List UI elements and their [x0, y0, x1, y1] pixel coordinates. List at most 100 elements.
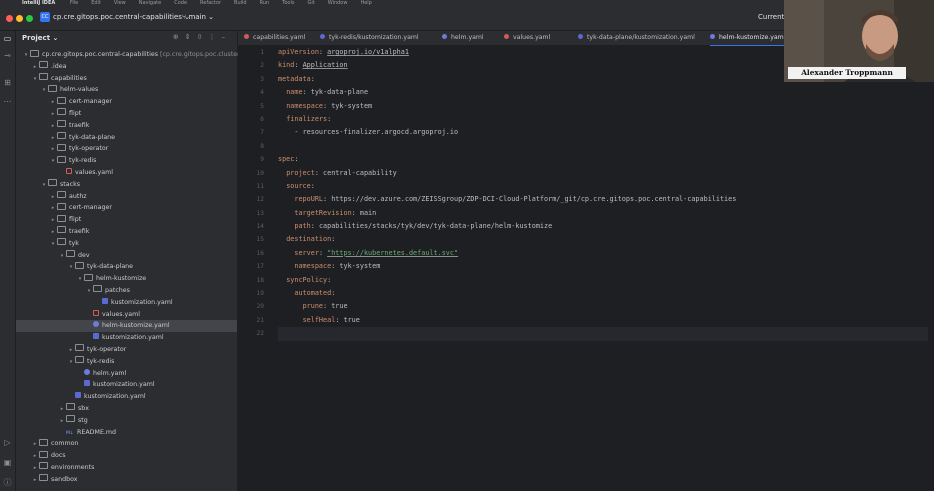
tree-file[interactable]: kustomization.yaml: [16, 332, 237, 344]
tree-file[interactable]: kustomization.yaml: [16, 297, 237, 309]
tree-folder[interactable]: ▸ tyk-operator: [16, 143, 237, 155]
project-panel-title[interactable]: Project ⌄: [22, 34, 58, 42]
tree-folder[interactable]: ▾ patches: [16, 285, 237, 297]
editor-tab[interactable]: tyk-data-plane/kustomization.yaml: [578, 31, 695, 45]
problems-icon[interactable]: ⓘ: [3, 478, 12, 487]
yaml-value: capabilities/stacks/tyk/dev/tyk-data-pla…: [318, 222, 553, 231]
code-line[interactable]: namespace: tyk-system: [278, 100, 928, 113]
yaml-value: true: [343, 315, 360, 324]
minimize-window-button[interactable]: [16, 15, 23, 22]
tree-file[interactable]: kustomization.yaml: [16, 391, 237, 403]
tree-folder[interactable]: ▸ cert-manager: [16, 202, 237, 214]
chevron-right-icon[interactable]: ▸: [31, 475, 39, 487]
close-window-button[interactable]: [6, 15, 13, 22]
code-line[interactable]: destination:: [278, 233, 928, 246]
code-line[interactable]: name: tyk-data-plane: [278, 86, 928, 99]
tree-folder[interactable]: ▸ .idea: [16, 61, 237, 73]
line-number: 11: [256, 182, 264, 190]
editor-tab[interactable]: helm.yaml: [442, 31, 484, 45]
code-line[interactable]: prune: true: [278, 300, 928, 313]
tree-folder[interactable]: ▸ traefik: [16, 120, 237, 132]
tree-folder[interactable]: ▸ sbx: [16, 403, 237, 415]
code-line[interactable]: - resources-finalizer.argocd.argoproj.io: [278, 126, 928, 139]
tree-folder[interactable]: ▾ tyk: [16, 238, 237, 250]
tree-folder[interactable]: ▸ stg: [16, 415, 237, 427]
project-badge[interactable]: CC: [40, 12, 50, 22]
tree-file[interactable]: helm-kustomize.yaml: [16, 320, 237, 333]
hide-icon[interactable]: –: [222, 33, 232, 41]
code-line[interactable]: spec:: [278, 153, 928, 166]
tree-folder[interactable]: ▾ dev: [16, 250, 237, 262]
run-icon[interactable]: ▷: [3, 438, 12, 447]
editor-tab[interactable]: tyk-redis/kustomization.yaml: [320, 31, 419, 45]
code-line[interactable]: finalizers:: [278, 113, 928, 126]
tree-item-label: dev: [78, 251, 90, 259]
tree-folder[interactable]: ▾ helm-values: [16, 84, 237, 96]
code-line[interactable]: server: "https://kubernetes.default.svc": [278, 247, 928, 260]
commit-icon[interactable]: ⊸: [3, 51, 12, 60]
project-switcher[interactable]: cp.cre.gitops.poc.central-capabilities ⌄: [53, 13, 190, 21]
tree-folder[interactable]: ▾ capabilities: [16, 73, 237, 85]
code-line[interactable]: namespace: tyk-system: [278, 260, 928, 273]
tree-item-label: kustomization.yaml: [111, 298, 173, 306]
expand-all-icon[interactable]: ⇕: [185, 33, 197, 41]
tree-folder[interactable]: ▾ tyk-data-plane: [16, 261, 237, 273]
tree-file[interactable]: values.yaml: [16, 167, 237, 179]
tree-folder[interactable]: ▸ docs: [16, 450, 237, 462]
tree-file[interactable]: M↓ README.md: [16, 427, 237, 439]
tree-file[interactable]: kustomization.yaml: [16, 379, 237, 391]
code-line[interactable]: targetRevision: main: [278, 207, 928, 220]
editor-tab[interactable]: values.yaml: [504, 31, 550, 45]
collapse-all-icon[interactable]: ⇳: [197, 33, 209, 41]
tree-folder[interactable]: ▸ authz: [16, 191, 237, 203]
folder-icon[interactable]: ▭: [3, 34, 12, 43]
more-icon[interactable]: ⋯: [3, 97, 12, 106]
locate-icon[interactable]: ⊕: [173, 33, 185, 41]
tree-folder[interactable]: ▸ traefik: [16, 226, 237, 238]
tree-folder[interactable]: ▾ tyk-redis: [16, 356, 237, 368]
tree-folder[interactable]: ▸ tyk-operator: [16, 344, 237, 356]
code-line[interactable]: source:: [278, 180, 928, 193]
tree-folder[interactable]: ▾ helm-kustomize: [16, 273, 237, 285]
tree-folder[interactable]: ▸ cert-manager: [16, 96, 237, 108]
code-line[interactable]: selfHeal: true: [278, 314, 928, 327]
code-line[interactable]: syncPolicy:: [278, 274, 928, 287]
tree-file[interactable]: values.yaml: [16, 309, 237, 321]
options-icon[interactable]: ⋮: [209, 33, 222, 41]
code-line[interactable]: automated:: [278, 287, 928, 300]
structure-icon[interactable]: ⊞: [3, 78, 12, 87]
yaml-separator: :: [318, 48, 328, 56]
tree-folder[interactable]: ▸ sandbox: [16, 474, 237, 486]
code-line[interactable]: repoURL: https://dev.azure.com/ZEISSgrou…: [278, 193, 928, 206]
code-editor[interactable]: 1 2 3 4 5 6 7 8 9 10 11 12 13 14 15 16 17 18 19 20 21 22 apiV…: [238, 46, 934, 491]
tree-folder[interactable]: ▸ environments: [16, 462, 237, 474]
code-line[interactable]: path: capabilities/stacks/tyk/dev/tyk-da…: [278, 220, 928, 233]
run-config-selector[interactable]: Current: [758, 13, 784, 21]
folder-icon: [57, 143, 66, 151]
tree-item-label: traefik: [69, 121, 90, 129]
code-line[interactable]: project: central-capability: [278, 167, 928, 180]
code-line[interactable]: [278, 327, 928, 341]
tree-folder[interactable]: ▸ tyk-data-plane: [16, 132, 237, 144]
line-number: 16: [256, 249, 264, 257]
editor-tab[interactable]: helm-kustomize.yaml ×: [710, 31, 793, 47]
tree-folder[interactable]: ▸ flipt: [16, 214, 237, 226]
maximize-window-button[interactable]: [26, 15, 33, 22]
line-number: 2: [260, 62, 264, 70]
project-title-label: Project: [22, 34, 51, 42]
tree-folder[interactable]: ▾ tyk-redis: [16, 155, 237, 167]
code-line[interactable]: [278, 140, 928, 153]
branch-switcher[interactable]: ⑂ main ⌄: [182, 13, 214, 21]
yaml-separator: :: [327, 275, 332, 284]
tree-folder[interactable]: ▾ stacks: [16, 179, 237, 191]
terminal-icon[interactable]: ▣: [3, 458, 12, 467]
code-area[interactable]: apiVersion: argoproj.io/v1alpha1 kind: Ap…: [278, 46, 928, 341]
tree-item-label: cert-manager: [69, 98, 112, 106]
tree-file[interactable]: helm.yaml: [16, 368, 237, 380]
editor-tab[interactable]: capabilities.yaml: [244, 31, 305, 45]
tree-folder[interactable]: ▸ flipt: [16, 108, 237, 120]
tree-folder[interactable]: ▸ common: [16, 438, 237, 450]
tree-folder[interactable]: ▾ cp.cre.gitops.poc.central-capabilities …: [16, 49, 240, 61]
